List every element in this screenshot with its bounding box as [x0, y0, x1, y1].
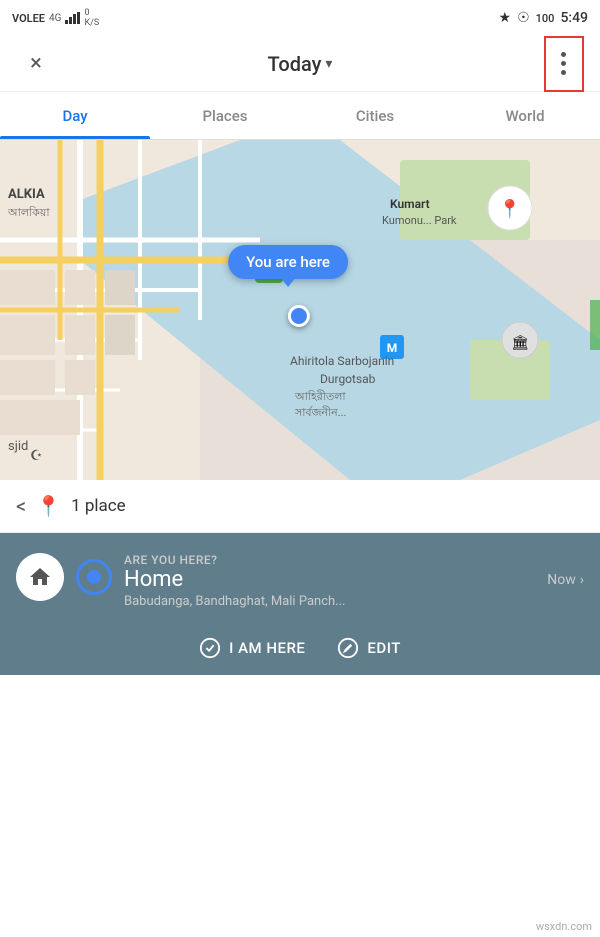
location-sub-address: Babudanga, Bandhaghat, Mali Panch...: [124, 594, 584, 609]
home-icon: [28, 565, 52, 589]
iam-here-button[interactable]: I AM HERE: [199, 637, 305, 659]
top-title: Today ▾: [268, 52, 333, 76]
title-arrow-icon[interactable]: ▾: [325, 56, 332, 72]
svg-text:sjid: sjid: [8, 439, 28, 454]
location-info: ARE YOU HERE? Home Now › Babudanga, Band…: [124, 553, 584, 609]
data-speed: 0K/S: [84, 8, 99, 28]
battery-label: 100: [536, 12, 555, 25]
svg-text:📍: 📍: [499, 198, 521, 220]
title-text: Today: [268, 52, 322, 76]
check-circle-icon: [199, 637, 221, 659]
time-label: 5:49: [560, 10, 588, 26]
tab-cities[interactable]: Cities: [300, 92, 450, 139]
edit-button[interactable]: EDIT: [337, 637, 400, 659]
location-indicator: [76, 559, 112, 595]
more-dots-icon: [561, 52, 566, 75]
more-button[interactable]: [544, 36, 584, 92]
home-icon-circle: [16, 553, 64, 601]
tab-world[interactable]: World: [450, 92, 600, 139]
now-label: Now ›: [547, 572, 584, 588]
tab-places[interactable]: Places: [150, 92, 300, 139]
svg-text:Ahiritola Sarbojanin: Ahiritola Sarbojanin: [290, 354, 394, 368]
edit-circle-icon: [337, 637, 359, 659]
current-location-dot: [288, 305, 310, 327]
signal-icon: [65, 12, 80, 24]
carrier-label: VOLEE: [12, 12, 45, 25]
svg-text:🏛: 🏛: [511, 334, 529, 351]
svg-text:Kumonu... Park: Kumonu... Park: [382, 214, 457, 227]
bluetooth-icon: ★: [499, 10, 512, 26]
status-left: VOLEE 4G 0K/S: [12, 8, 99, 28]
you-are-here-bubble: You are here: [228, 245, 348, 279]
edit-label: EDIT: [367, 639, 400, 657]
back-button[interactable]: <: [16, 494, 26, 518]
bottom-panel: ARE YOU HERE? Home Now › Babudanga, Band…: [0, 533, 600, 675]
map-area[interactable]: 🎬 M 📍 🏛 ☪ ALKIA আলকিয়া Kumart Kumonu...…: [0, 140, 600, 480]
watermark: wsxdn.com: [536, 920, 592, 933]
close-button[interactable]: ×: [16, 44, 56, 84]
svg-text:ALKIA: ALKIA: [8, 187, 45, 202]
place-count-row: < 📍 1 place: [0, 480, 600, 533]
svg-text:আলকিয়া: আলকিয়া: [7, 206, 50, 219]
location-indicator-inner: [87, 570, 101, 584]
location-name-row: Home Now ›: [124, 567, 584, 592]
are-you-here-label: ARE YOU HERE?: [124, 553, 584, 567]
tabs-bar: Day Places Cities World: [0, 92, 600, 140]
place-count-text: 1 place: [71, 496, 126, 516]
status-right: ★ ☉ 100 5:49: [499, 10, 588, 26]
location-icon: ☉: [517, 10, 530, 26]
svg-text:আহিরীতলা: আহিরীতলা: [294, 390, 346, 403]
tab-day[interactable]: Day: [0, 92, 150, 139]
place-pin-icon: 📍: [36, 494, 61, 518]
status-bar: VOLEE 4G 0K/S ★ ☉ 100 5:49: [0, 0, 600, 36]
top-bar: × Today ▾: [0, 36, 600, 92]
chevron-right-icon: ›: [580, 572, 584, 588]
svg-text:M: M: [387, 341, 398, 355]
network-label: 4G: [49, 13, 61, 24]
iam-here-label: I AM HERE: [229, 639, 305, 657]
svg-text:☪: ☪: [30, 448, 43, 464]
svg-text:সার্বজনীন...: সার্বজনীন...: [294, 406, 346, 419]
svg-text:Durgotsab: Durgotsab: [320, 372, 376, 386]
location-name: Home: [124, 567, 183, 592]
location-card: ARE YOU HERE? Home Now › Babudanga, Band…: [16, 549, 584, 621]
svg-text:Kumart: Kumart: [390, 197, 430, 211]
action-buttons: I AM HERE EDIT: [16, 637, 584, 659]
